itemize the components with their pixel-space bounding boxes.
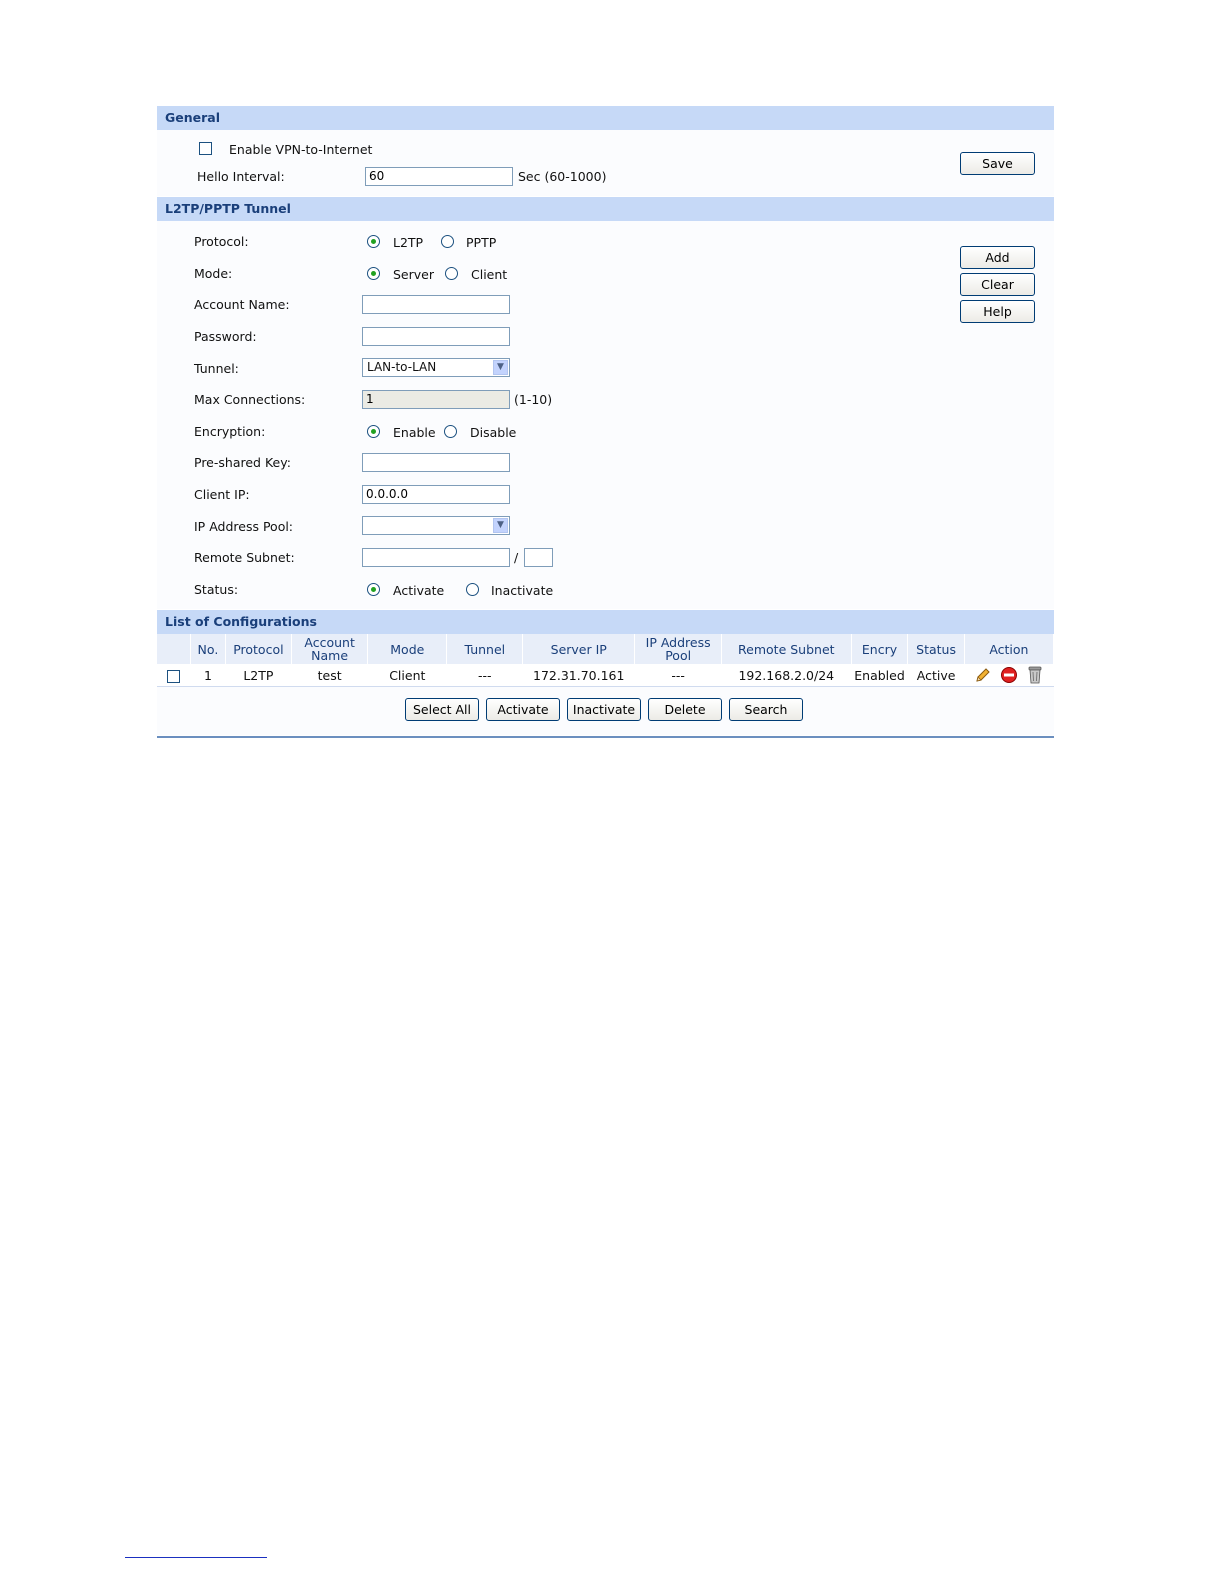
max-connections-label: Max Connections: [194,392,306,407]
row-mode: Client [367,664,447,687]
ip-pool-label: IP Address Pool: [194,519,294,534]
activate-button[interactable]: Activate [486,698,560,721]
tunnel-label: Tunnel: [194,361,239,376]
col-tunnel: Tunnel [446,634,524,664]
disable-icon[interactable] [1000,666,1018,684]
mode-server-radio[interactable] [367,267,380,280]
row-action [964,664,1054,687]
mode-client-label: Client [471,267,508,282]
remote-subnet-label: Remote Subnet: [194,550,295,565]
row-remote-subnet: 192.168.2.0/24 [721,664,852,687]
status-activate-label: Activate [393,583,445,598]
col-no: No. [190,634,226,664]
status-label: Status: [194,582,239,597]
preshared-key-label: Pre-shared Key: [194,455,291,470]
protocol-l2tp-radio[interactable] [367,235,380,248]
row-pool: --- [634,664,722,687]
bottom-divider [157,736,1054,738]
remote-subnet-input[interactable] [362,548,510,567]
password-label: Password: [194,329,257,344]
status-activate-radio[interactable] [367,583,380,596]
enable-vpn-checkbox[interactable] [199,142,212,155]
ip-pool-select[interactable]: ▼ [362,516,510,535]
help-button[interactable]: Help [960,300,1035,323]
max-connections-input[interactable]: 1 [362,390,510,409]
encryption-enable-radio[interactable] [367,425,380,438]
col-status: Status [907,634,965,664]
remote-subnet-mask-input[interactable] [524,548,553,567]
tunnel-select-value: LAN-to-LAN [367,360,437,374]
inactivate-button[interactable]: Inactivate [567,698,641,721]
col-ip-pool: IP Address Pool [634,634,722,664]
search-button[interactable]: Search [729,698,803,721]
protocol-label: Protocol: [194,234,249,249]
protocol-pptp-radio[interactable] [441,235,454,248]
mode-server-label: Server [393,267,434,282]
col-server-ip: Server IP [522,634,636,664]
col-action: Action [964,634,1055,664]
row-encry: Enabled [851,664,908,687]
row-protocol: L2TP [225,664,292,687]
client-ip-label: Client IP: [194,487,250,502]
row-no: 1 [190,664,226,687]
edit-icon[interactable] [974,666,992,684]
protocol-l2tp-label: L2TP [393,235,424,250]
max-connections-hint: (1-10) [514,392,553,407]
col-protocol: Protocol [225,634,293,664]
table-header-row: No. Protocol Account Name Mode Tunnel Se… [157,634,1055,664]
password-input[interactable] [362,327,510,346]
configurations-table: No. Protocol Account Name Mode Tunnel Se… [157,634,1055,687]
col-remote-subnet: Remote Subnet [721,634,852,664]
general-section-header: General [157,106,1054,130]
row-select-cell [157,664,191,687]
general-panel [157,130,1054,196]
enable-vpn-label: Enable VPN-to-Internet [229,142,373,157]
row-account: test [291,664,368,687]
status-inactivate-radio[interactable] [466,583,479,596]
select-all-button[interactable]: Select All [405,698,479,721]
mode-client-radio[interactable] [445,267,458,280]
table-row: 1 L2TP test Client --- 172.31.70.161 ---… [157,664,1054,687]
add-button[interactable]: Add [960,246,1035,269]
encryption-disable-label: Disable [470,425,517,440]
col-select [157,634,192,664]
hello-interval-label: Hello Interval: [197,169,285,184]
encryption-disable-radio[interactable] [444,425,457,438]
clear-button[interactable]: Clear [960,273,1035,296]
col-account-name: Account Name [291,634,369,664]
protocol-pptp-label: PPTP [466,235,497,250]
encryption-label: Encryption: [194,424,266,439]
chevron-down-icon: ▼ [493,518,508,533]
encryption-enable-label: Enable [393,425,436,440]
client-ip-input[interactable]: 0.0.0.0 [362,485,510,504]
footnote-divider [125,1557,267,1558]
chevron-down-icon: ▼ [493,360,508,375]
row-server-ip: 172.31.70.161 [522,664,635,687]
row-checkbox[interactable] [167,669,181,683]
trash-icon[interactable] [1026,665,1044,685]
list-section-header: List of Configurations [157,610,1054,634]
tunnel-section-header: L2TP/PPTP Tunnel [157,197,1054,221]
col-encry: Encry [851,634,909,664]
col-mode: Mode [367,634,448,664]
mode-label: Mode: [194,266,233,281]
account-name-input[interactable] [362,295,510,314]
status-inactivate-label: Inactivate [491,583,554,598]
tunnel-select[interactable]: LAN-to-LAN ▼ [362,358,510,377]
account-name-label: Account Name: [194,297,290,312]
remote-subnet-separator: / [514,550,519,565]
delete-button[interactable]: Delete [648,698,722,721]
hello-interval-input[interactable]: 60 [365,167,513,186]
row-tunnel: --- [446,664,523,687]
save-button[interactable]: Save [960,152,1035,175]
preshared-key-input[interactable] [362,453,510,472]
hello-interval-hint: Sec (60-1000) [518,169,607,184]
row-status: Active [907,664,965,687]
